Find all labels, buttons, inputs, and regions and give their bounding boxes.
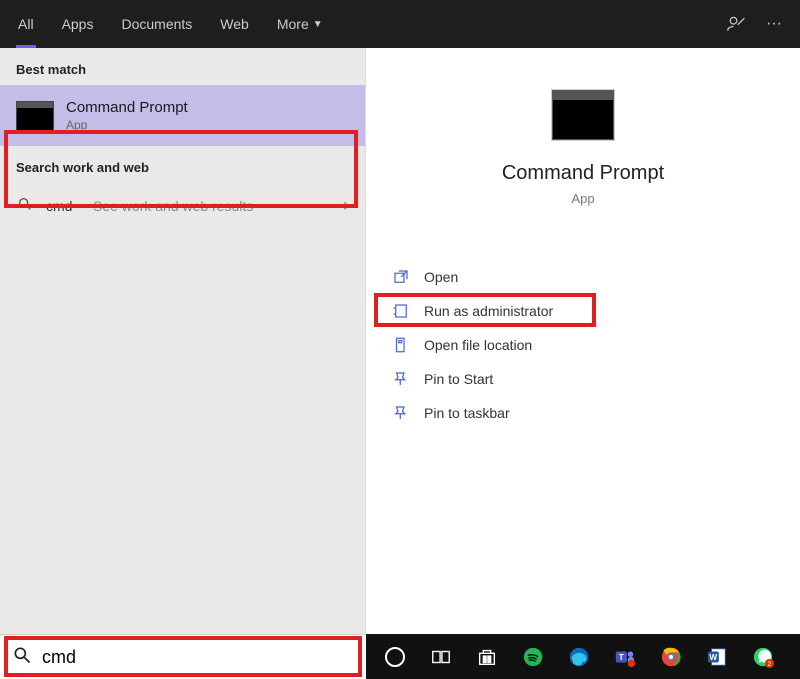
word-icon[interactable]: W xyxy=(694,634,740,679)
tab-apps[interactable]: Apps xyxy=(48,0,108,48)
edge-icon[interactable] xyxy=(556,634,602,679)
more-options-icon[interactable]: ··· xyxy=(764,14,784,34)
action-run-as-admin[interactable]: Run as administrator xyxy=(386,294,780,328)
tab-all[interactable]: All xyxy=(4,0,48,48)
best-match-label: Best match xyxy=(0,48,365,85)
taskbar: T W 2 xyxy=(0,634,800,679)
tab-web[interactable]: Web xyxy=(206,0,263,48)
preview-pane: Command Prompt App Open Run as administr… xyxy=(366,48,800,634)
open-icon xyxy=(392,268,410,286)
preview-actions: Open Run as administrator Open file loca… xyxy=(386,260,780,430)
search-input[interactable] xyxy=(42,647,354,668)
cortana-icon[interactable] xyxy=(372,634,418,679)
command-prompt-icon xyxy=(552,90,614,140)
chevron-down-icon: ▼ xyxy=(313,19,323,30)
preview-subtitle: App xyxy=(386,191,780,206)
action-open-file-location[interactable]: Open file location xyxy=(386,328,780,362)
action-pin-to-taskbar[interactable]: Pin to taskbar xyxy=(386,396,780,430)
best-match-title: Command Prompt xyxy=(66,99,188,116)
folder-icon xyxy=(392,336,410,354)
best-match-result[interactable]: Command Prompt App xyxy=(0,85,365,146)
web-hint: - See work and web results xyxy=(84,198,253,214)
taskbar-search[interactable] xyxy=(0,634,366,679)
shield-icon xyxy=(392,302,410,320)
teams-icon[interactable]: T xyxy=(602,634,648,679)
svg-text:T: T xyxy=(619,652,624,661)
spotify-icon[interactable] xyxy=(510,634,556,679)
pin-icon xyxy=(392,370,410,388)
svg-text:2: 2 xyxy=(768,661,772,668)
tab-more[interactable]: More▼ xyxy=(263,0,337,48)
search-icon xyxy=(16,196,34,216)
action-pin-to-start[interactable]: Pin to Start xyxy=(386,362,780,396)
command-prompt-icon xyxy=(16,101,54,131)
web-query: cmd xyxy=(46,198,72,214)
pin-icon xyxy=(392,404,410,422)
microsoft-store-icon[interactable] xyxy=(464,634,510,679)
preview-title: Command Prompt xyxy=(386,162,780,185)
whatsapp-icon[interactable]: 2 xyxy=(740,634,786,679)
action-open[interactable]: Open xyxy=(386,260,780,294)
search-web-label: Search work and web xyxy=(0,146,365,183)
search-tabs-bar: All Apps Documents Web More▼ ··· xyxy=(0,0,800,48)
best-match-subtitle: App xyxy=(66,118,188,132)
task-view-icon[interactable] xyxy=(418,634,464,679)
tab-documents[interactable]: Documents xyxy=(107,0,206,48)
search-web-result[interactable]: cmd - See work and web results › xyxy=(0,183,365,228)
svg-text:W: W xyxy=(709,652,717,661)
search-icon xyxy=(12,645,32,670)
feedback-icon[interactable] xyxy=(726,14,746,34)
chevron-right-icon: › xyxy=(343,195,349,216)
results-list: Best match Command Prompt App Search wor… xyxy=(0,48,366,634)
chrome-icon[interactable] xyxy=(648,634,694,679)
